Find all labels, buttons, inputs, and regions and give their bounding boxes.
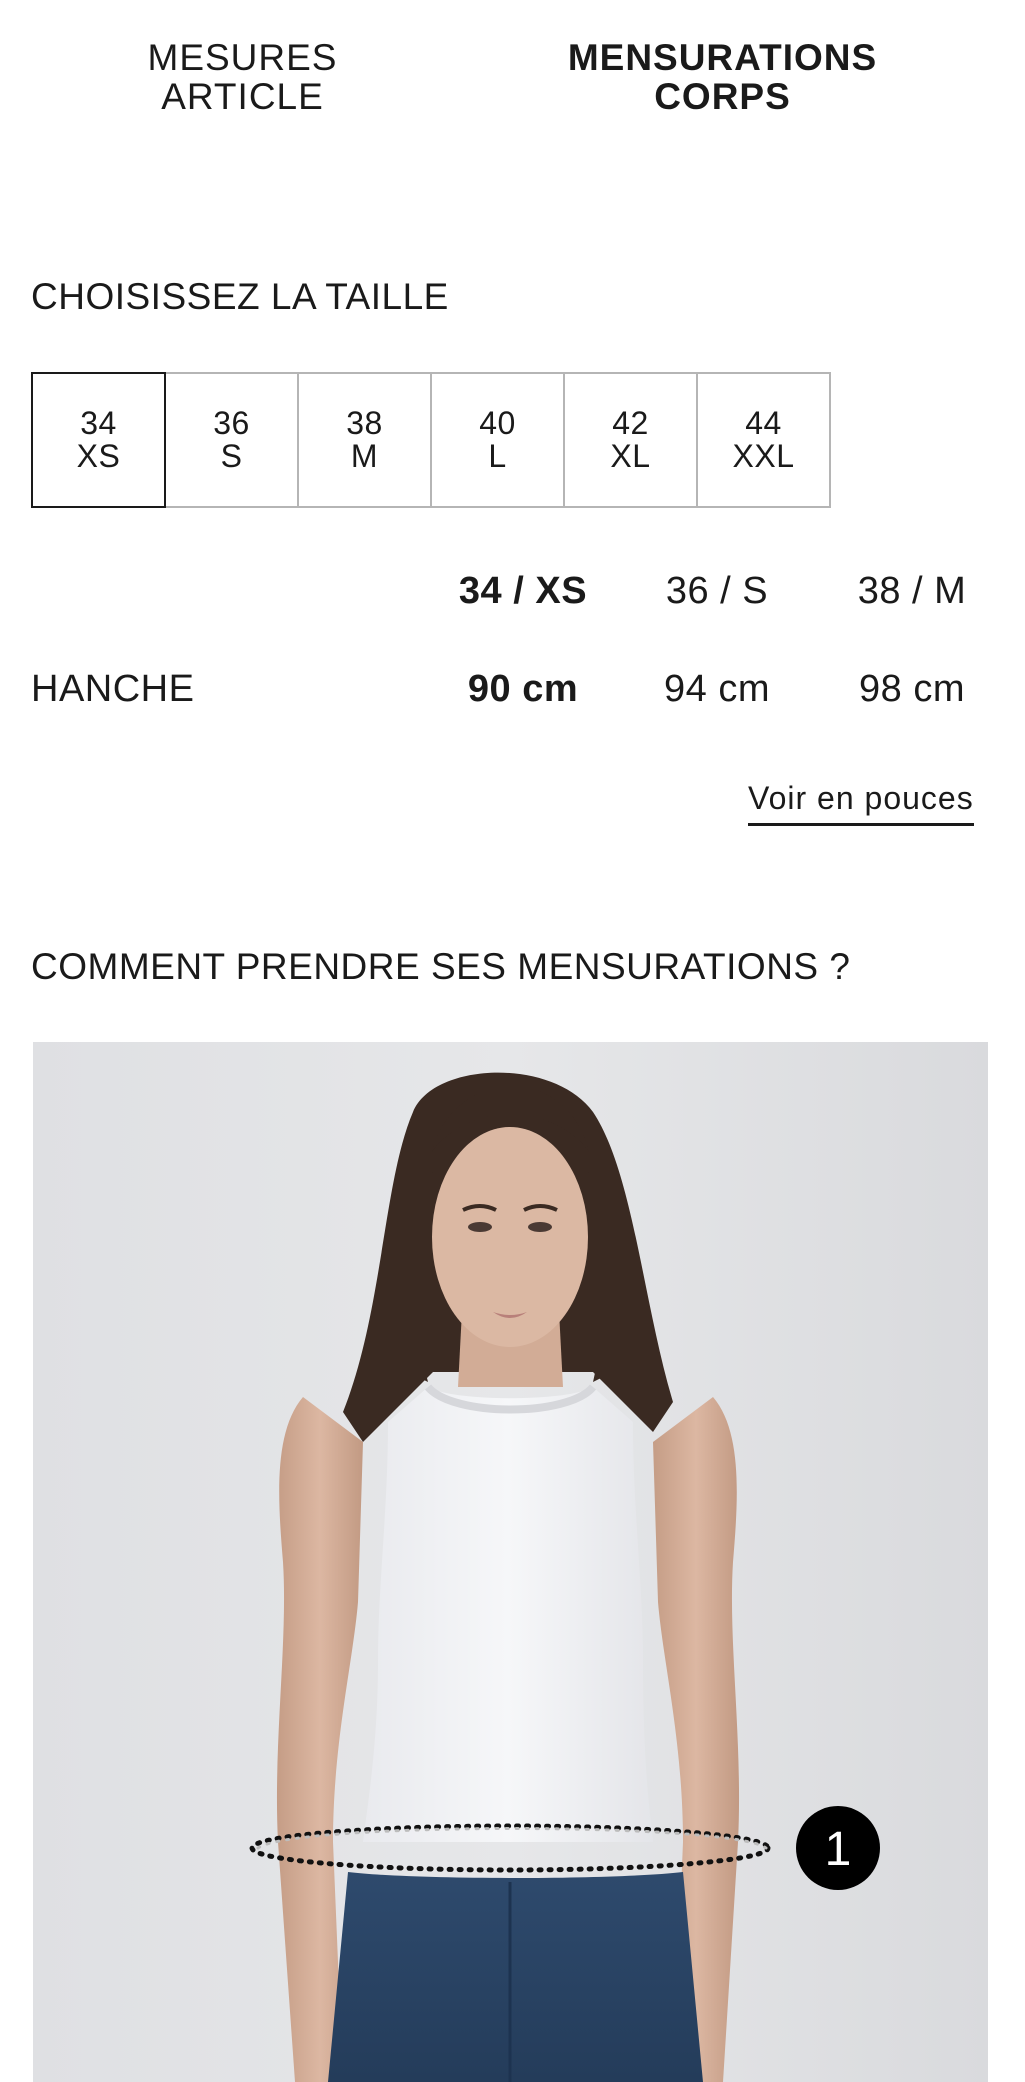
size-number: 44	[745, 405, 782, 441]
measurement-tabs: MESURES ARTICLE MENSURATIONS CORPS	[0, 38, 1025, 128]
size-option-34-xs[interactable]: 34 XS	[31, 372, 166, 508]
hip-value: 94 cm	[664, 668, 770, 710]
size-letter: M	[350, 438, 379, 474]
hip-value: 98 cm	[859, 668, 965, 710]
measurement-marker-number: 1	[825, 1823, 852, 1876]
size-option-44-xxl[interactable]: 44 XXL	[696, 372, 831, 508]
size-number: 36	[213, 405, 250, 441]
tab-label-line: CORPS	[654, 76, 791, 117]
size-guide-page: MESURES ARTICLE MENSURATIONS CORPS CHOIS…	[0, 0, 1025, 2082]
size-number: 34	[80, 405, 117, 441]
size-number: 38	[346, 405, 383, 441]
model-illustration: 1	[33, 1042, 988, 2082]
size-letter: XS	[76, 438, 121, 474]
size-letter: L	[488, 438, 507, 474]
size-letter: XXL	[732, 438, 795, 474]
tab-label-line: MESURES	[147, 37, 338, 78]
column-header-selected: 34 / XS	[458, 570, 588, 612]
size-letter: S	[220, 438, 243, 474]
tab-label-line: MENSURATIONS	[567, 37, 878, 78]
size-option-40-l[interactable]: 40 L	[430, 372, 565, 508]
size-selector: 34 XS 36 S 38 M 40 L 42 XL 44 XXL	[31, 372, 831, 508]
tab-body-measurements[interactable]: MENSURATIONS CORPS	[540, 38, 905, 116]
size-option-38-m[interactable]: 38 M	[297, 372, 432, 508]
row-label-hip: HANCHE	[31, 668, 195, 710]
hip-value-selected: 90 cm	[467, 668, 579, 710]
tab-label-line: ARTICLE	[161, 76, 324, 117]
model-measurement-photo: 1	[33, 1042, 988, 2082]
size-option-36-s[interactable]: 36 S	[164, 372, 299, 508]
choose-size-title: CHOISISSEZ LA TAILLE	[31, 276, 449, 317]
size-number: 40	[479, 405, 516, 441]
column-header: 38 / M	[857, 570, 967, 612]
column-header: 36 / S	[665, 570, 769, 612]
size-option-42-xl[interactable]: 42 XL	[563, 372, 698, 508]
how-to-measure-title: COMMENT PRENDRE SES MENSURATIONS ?	[31, 946, 851, 987]
tab-item-measurements[interactable]: MESURES ARTICLE	[100, 38, 385, 116]
size-number: 42	[612, 405, 649, 441]
view-in-inches-link[interactable]: Voir en pouces	[748, 780, 974, 826]
size-letter: XL	[610, 438, 651, 474]
